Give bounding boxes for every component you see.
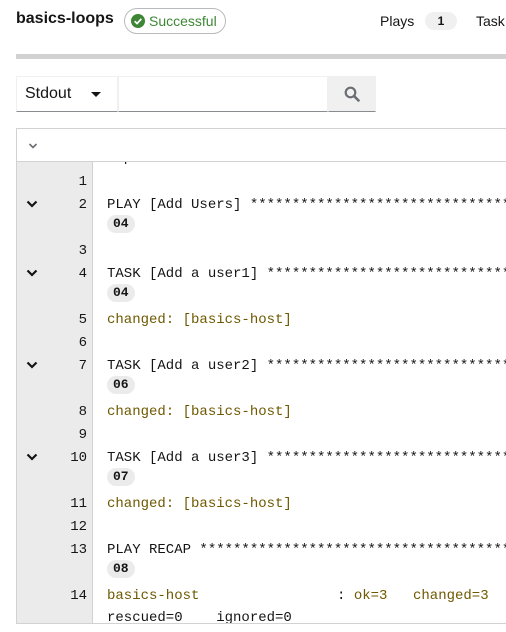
chevron-down-icon[interactable] (25, 266, 39, 280)
search-toolbar: Stdout (16, 76, 376, 112)
line-number: 4 (78, 266, 87, 282)
duration-badge: 08 (107, 560, 135, 578)
output-line: 8 changed: [basics-host] (17, 400, 506, 422)
output-line: 1 (17, 170, 506, 192)
plays-count-badge: 1 (425, 12, 457, 30)
output-filter-select[interactable]: Stdout (16, 76, 118, 112)
check-circle-icon (131, 14, 145, 28)
line-text: TASK [Add a user2] *********************… (107, 358, 506, 374)
line-number: 2 (78, 197, 87, 213)
chevron-down-icon[interactable] (25, 197, 39, 211)
output-line: 7 TASK [Add a user2] ********************… (17, 354, 506, 376)
partial-line: p (107, 162, 132, 164)
output-line: 6 (17, 331, 506, 353)
line-number: 11 (70, 496, 87, 512)
line-number: 7 (78, 358, 87, 374)
output-filter-value: Stdout (25, 85, 72, 102)
header-divider (16, 54, 506, 59)
caret-down-icon (91, 92, 101, 97)
status-label: Successful (149, 13, 217, 29)
line-text: PLAY RECAP *****************************… (107, 542, 506, 558)
tasks-label: Task (476, 13, 505, 29)
line-number: 8 (78, 404, 87, 420)
line-number: 3 (78, 243, 87, 259)
line-number: 12 (70, 519, 87, 535)
recap-changed: changed=3 (413, 588, 489, 604)
recap-ok: : ok=3 (337, 588, 387, 604)
output-line: 5 changed: [basics-host] (17, 308, 506, 330)
line-number: 1 (78, 174, 87, 190)
recap-ok-prefix: : (337, 588, 354, 604)
plays-label: Plays (380, 13, 415, 29)
search-button[interactable] (328, 76, 376, 112)
chevron-down-icon[interactable] (25, 358, 39, 372)
search-input[interactable] (118, 76, 328, 112)
chevron-down-icon[interactable] (27, 140, 39, 152)
duration-badge: 07 (107, 468, 135, 486)
output-line: 2 PLAY [Add Users] **********************… (17, 193, 506, 215)
output-line: 9 (17, 423, 506, 445)
output-line: 10 TASK [Add a user3] *******************… (17, 446, 506, 468)
job-output: p 12PLAY [Add Users] *******************… (16, 162, 506, 624)
line-text: changed: [basics-host] (107, 404, 292, 420)
line-text: TASK [Add a user3] *********************… (107, 450, 506, 466)
line-text: changed: [basics-host] (107, 496, 292, 512)
line-text: TASK [Add a user1] *********************… (107, 266, 506, 282)
recap-line-continued: rescued=0 ignored=0 (107, 610, 292, 624)
collapse-all-bar (16, 128, 506, 162)
job-title: basics-loops (16, 10, 114, 27)
output-line: 12 (17, 515, 506, 537)
search-icon (344, 86, 360, 102)
line-number: 6 (78, 335, 87, 351)
job-header: basics-loops Successful Plays 1 Task (0, 0, 506, 44)
chevron-down-icon[interactable] (25, 450, 39, 464)
output-line: 4 TASK [Add a user1] ********************… (17, 262, 506, 284)
duration-badge: 04 (107, 215, 135, 233)
duration-badge: 04 (107, 284, 135, 302)
line-number: 10 (70, 450, 87, 466)
line-number: 9 (78, 427, 87, 443)
line-text: changed: [basics-host] (107, 312, 292, 328)
recap-line: 14 basics-host: ok=3 changed=3 (17, 584, 506, 606)
duration-badge: 06 (107, 376, 135, 394)
line-number: 13 (70, 542, 87, 558)
status-badge: Successful (124, 8, 226, 34)
output-line: 3 (17, 239, 506, 261)
recap-ok-value: ok=3 (353, 588, 388, 604)
line-text: PLAY [Add Users] ***********************… (107, 197, 506, 213)
line-number: 5 (78, 312, 87, 328)
output-line: 13 PLAY RECAP ***************************… (17, 538, 506, 560)
output-line: 11 changed: [basics-host] (17, 492, 506, 514)
line-number: 14 (70, 588, 87, 604)
recap-host: basics-host (107, 588, 200, 604)
